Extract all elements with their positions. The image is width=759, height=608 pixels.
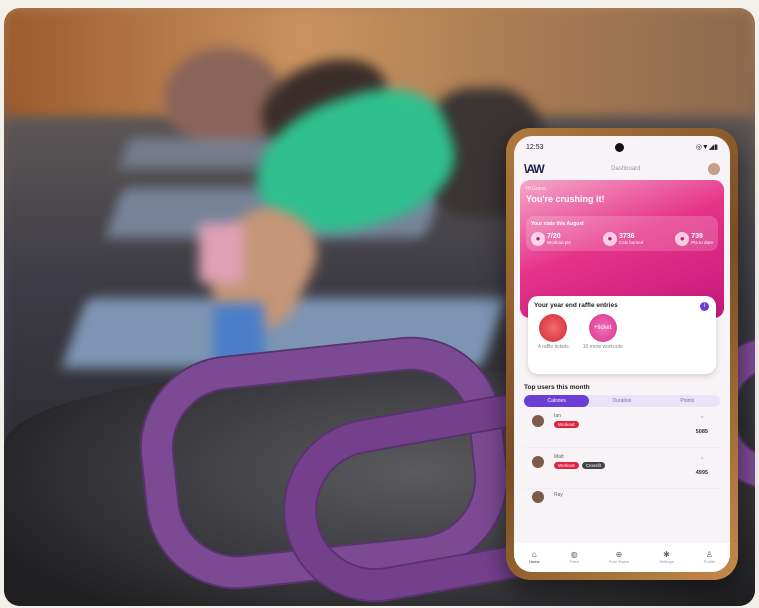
stat-label: Workout pts (547, 240, 571, 245)
home-icon: ⌂ (531, 550, 537, 559)
smartphone: 12:53 ◎▼◢▮ \AW Dashboard Hi Grace, You'r… (506, 128, 738, 580)
stat-label: Cals burned (618, 240, 644, 245)
user-score: 5085 (695, 429, 708, 435)
chart-icon: ◔ (699, 454, 704, 463)
nav-label: Home (528, 559, 540, 564)
avatar (532, 456, 544, 468)
stat-calories: ● 3736 Cals burned (602, 232, 644, 246)
hero-title: You're crushing it! (526, 194, 605, 204)
user-name: Matt (554, 454, 564, 460)
user-name: Ray (554, 492, 563, 498)
status-bar: 12:53 ◎▼◢▮ (514, 136, 730, 158)
yoga-block-pink (199, 223, 244, 283)
dumbbell-icon: ● (531, 232, 545, 246)
raffle-next: +ticket 10 more workouts (583, 314, 623, 350)
greeting: Hi Grace, (526, 186, 548, 192)
nav-label: Feed (569, 559, 579, 564)
tab-points[interactable]: Points (655, 395, 720, 407)
nav-post-status[interactable]: ⊕ Post Status (609, 550, 629, 564)
stats-row: ● 7/20 Workout pts ● 3736 Cals burned ● 73… (531, 232, 713, 246)
list-item[interactable]: Matt Workout Crossfit ◔ 4995 (524, 448, 720, 489)
ticket-plus-badge: +ticket (588, 314, 617, 342)
user-name: Ian (554, 413, 561, 419)
nav-label: Settings (659, 559, 674, 564)
stats-heading: Your stats this August (531, 221, 584, 227)
nav-profile[interactable]: ♙ Profile (704, 550, 715, 564)
avatar (532, 415, 544, 427)
phone-screen: 12:53 ◎▼◢▮ \AW Dashboard Hi Grace, You'r… (514, 136, 730, 572)
tab-duration[interactable]: Duration (589, 395, 654, 407)
leaderboard-tabs: Calories Duration Points (524, 395, 720, 407)
stat-workouts: ● 7/20 Workout pts (531, 232, 571, 246)
raffle-label: 4 raffle tickets (538, 344, 569, 350)
avatar (532, 491, 544, 503)
avatar[interactable] (708, 163, 720, 175)
status-badge: Workout (554, 421, 579, 428)
raffle-label: 10 more workouts (582, 344, 623, 350)
raffle-card[interactable]: Your year end raffle entries i 4 raffle … (528, 296, 716, 374)
stat-value: 739 (691, 233, 703, 240)
nav-home[interactable]: ⌂ Home (529, 550, 540, 564)
activity-badges: Workout (554, 421, 579, 428)
raffle-row: 4 raffle tickets +ticket 10 more workout… (534, 314, 710, 350)
status-badge: Workout (554, 462, 579, 469)
app-bar: \AW Dashboard (514, 158, 730, 180)
nav-settings[interactable]: ✱ Settings (659, 550, 673, 564)
chart-icon: ◔ (699, 413, 704, 422)
stat-label: Pts to dare (691, 240, 713, 245)
status-time: 12:53 (526, 143, 544, 151)
nav-label: Post Status (608, 559, 630, 564)
header-title: Dashboard (611, 166, 641, 172)
stat-value: 7/20 (547, 233, 561, 240)
gear-icon: ✱ (663, 550, 670, 559)
tab-calories[interactable]: Calories (524, 395, 590, 407)
list-item[interactable]: Ian Workout ◔ 5085 (524, 407, 720, 448)
app-logo: \AW (524, 162, 545, 176)
user-score: 4995 (695, 470, 708, 476)
status-badge: Crossfit (581, 462, 605, 469)
top-users-title: Top users this month (524, 384, 590, 391)
globe-icon: ◍ (570, 550, 578, 559)
stats-card: Your stats this August ● 7/20 Workout pts… (526, 216, 718, 251)
raffle-title: Your year end raffle entries (534, 302, 618, 309)
info-icon[interactable]: i (700, 302, 709, 311)
top-users-section: Top users this month Calories Duration P… (524, 384, 720, 503)
stat-value: 3736 (618, 233, 635, 240)
camera-hole (615, 142, 625, 152)
stat-points: ● 739 Pts to dare (675, 232, 713, 246)
ticket-badge (539, 314, 568, 342)
bottom-nav: ⌂ Home ◍ Feed ⊕ Post Status ✱ Settings ♙ Prof… (514, 541, 730, 572)
flame-icon: ● (602, 232, 617, 246)
plus-circle-icon: ⊕ (615, 550, 623, 559)
user-icon: ♙ (705, 550, 713, 559)
list-item[interactable]: Ray (524, 489, 720, 503)
nav-label: Profile (703, 559, 715, 564)
activity-badges: Workout Crossfit (554, 462, 605, 469)
nav-feed[interactable]: ◍ Feed (570, 550, 579, 564)
raffle-tickets: 4 raffle tickets (538, 314, 569, 350)
status-icons: ◎▼◢▮ (695, 144, 718, 151)
trophy-icon: ● (675, 232, 690, 246)
